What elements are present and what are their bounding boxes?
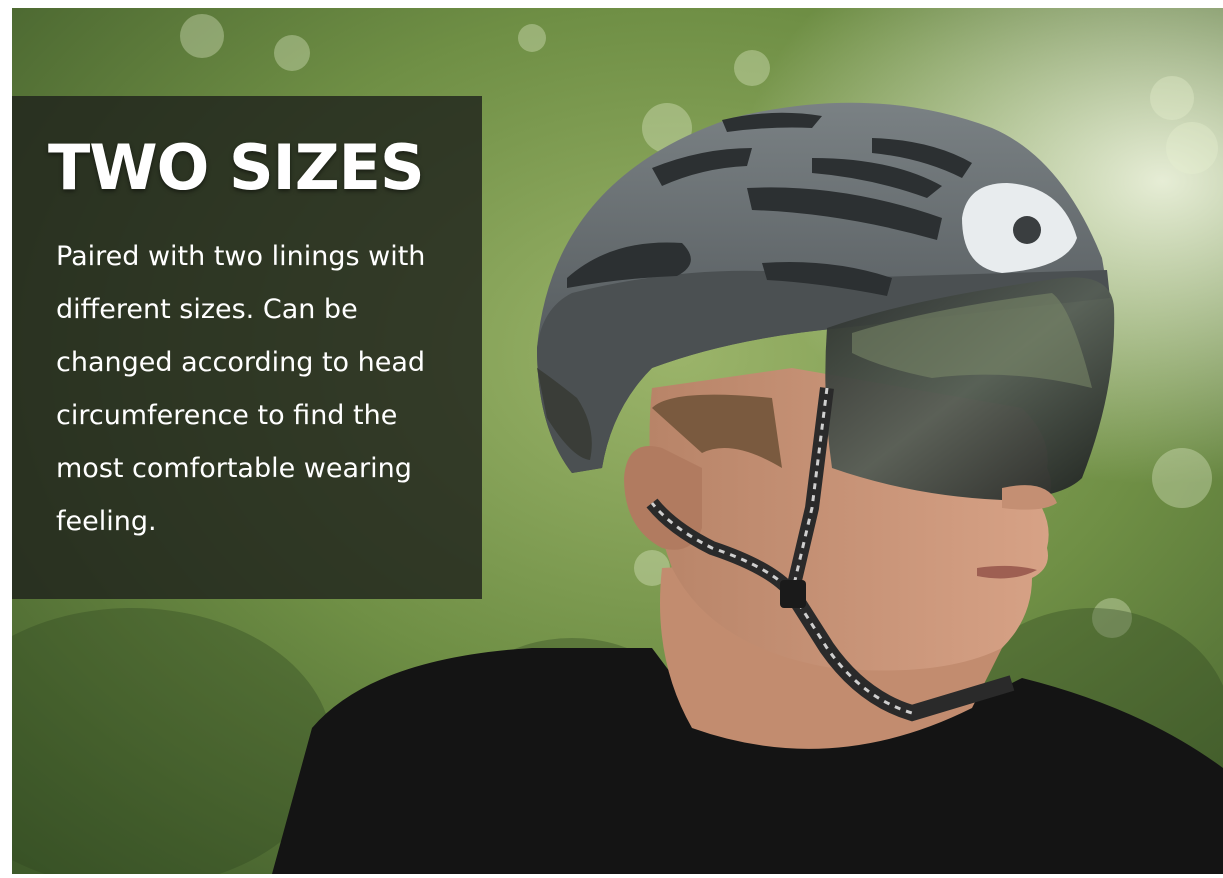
feature-description: Paired with two linings with different s… [56, 241, 426, 537]
strap-buckle [780, 580, 806, 608]
feature-headline: TWO SIZES [48, 131, 425, 204]
helmet-light-lens [1013, 216, 1041, 244]
feature-text-panel: TWO SIZES Paired with two linings with d… [12, 96, 482, 599]
product-image: TWO SIZES Paired with two linings with d… [12, 8, 1223, 874]
